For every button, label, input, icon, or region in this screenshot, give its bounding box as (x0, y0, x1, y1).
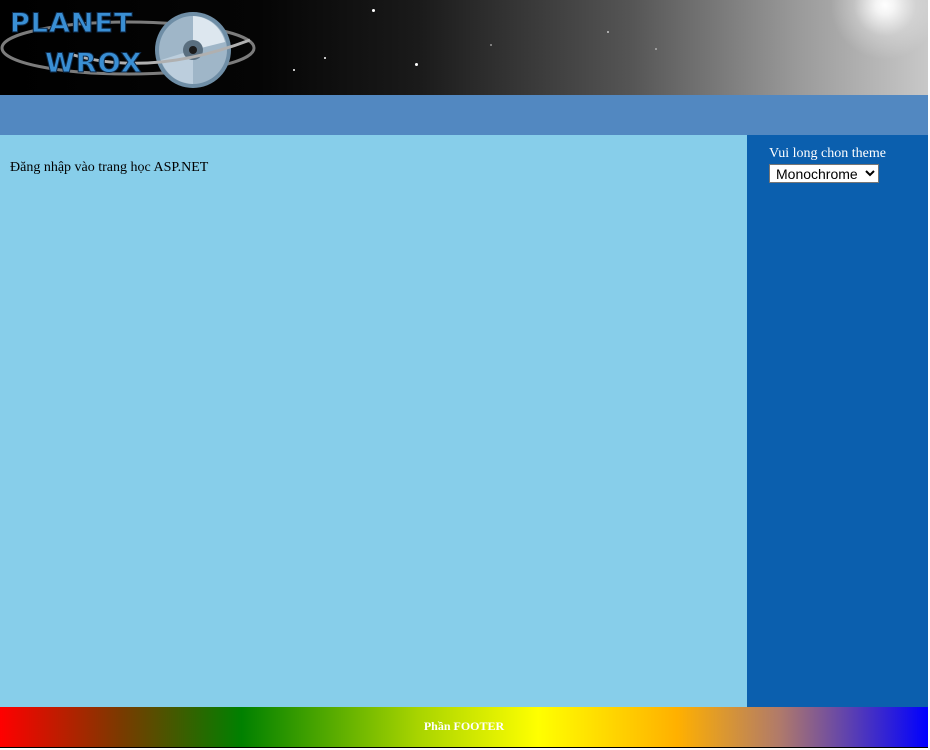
star (415, 63, 418, 66)
star (293, 69, 295, 71)
star (607, 31, 609, 33)
footer: Phần FOOTER (0, 707, 928, 748)
menu-bar (0, 95, 928, 135)
planet-wrox-logo[interactable]: PLANET WROX (0, 0, 270, 95)
star (372, 9, 375, 12)
page: PLANET WROX Đăng nhập vào trang học ASP.… (0, 0, 930, 750)
star (490, 44, 492, 46)
theme-label: Vui long chon theme (769, 146, 886, 161)
main-content: Đăng nhập vào trang học ASP.NET (0, 135, 747, 707)
star (655, 48, 657, 50)
logo-text: WROX (45, 48, 142, 79)
sidebar: Vui long chon theme Monochrome (747, 135, 928, 707)
intro-text: Đăng nhập vào trang học ASP.NET (10, 160, 209, 175)
star (324, 57, 326, 59)
header-banner: PLANET WROX (0, 0, 928, 95)
logo-text: PLANET (10, 8, 133, 39)
theme-select[interactable]: Monochrome (769, 164, 879, 183)
light-flare (830, 0, 928, 60)
footer-text: Phần FOOTER (423, 719, 505, 733)
